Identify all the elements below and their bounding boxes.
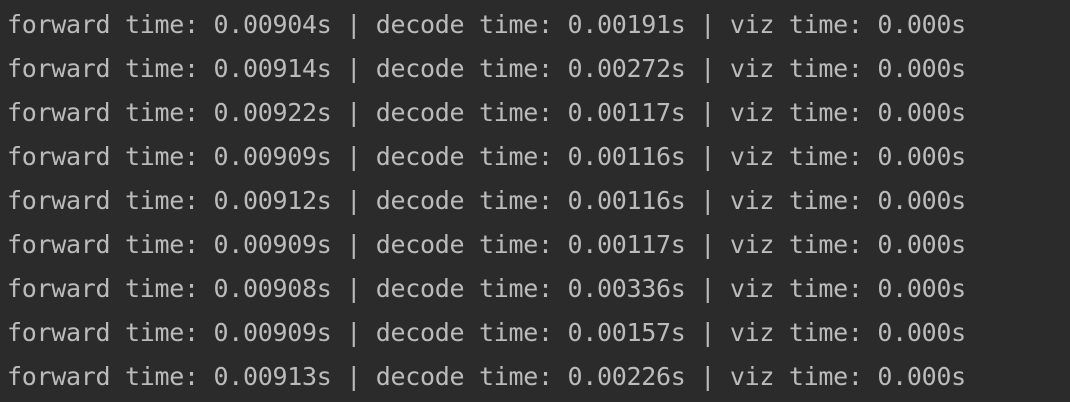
console-line: forward time: 0.00909s | decode time: 0.… [7,318,966,347]
console-line: forward time: 0.00912s | decode time: 0.… [7,186,966,215]
console-line: forward time: 0.00904s | decode time: 0.… [7,10,966,39]
console-line: forward time: 0.00922s | decode time: 0.… [7,98,966,127]
console-line: forward time: 0.00913s | decode time: 0.… [7,362,966,391]
console-line: forward time: 0.00914s | decode time: 0.… [7,54,966,83]
console-line: forward time: 0.00909s | decode time: 0.… [7,142,966,171]
console-line: forward time: 0.00909s | decode time: 0.… [7,230,966,259]
console-line: forward time: 0.00908s | decode time: 0.… [7,274,966,303]
console-output[interactable]: forward time: 0.00904s | decode time: 0.… [0,0,1070,402]
